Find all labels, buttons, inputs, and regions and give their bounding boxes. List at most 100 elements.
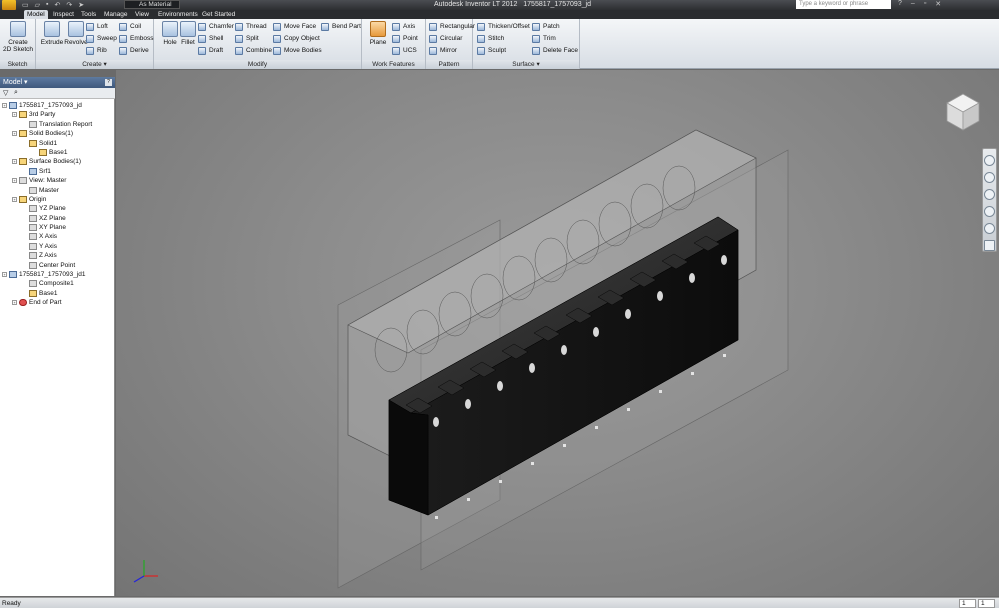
bend-part-button[interactable]: Bend Part (321, 22, 361, 32)
emboss-button[interactable]: Emboss (119, 34, 153, 44)
browser-help-button[interactable]: ? (105, 79, 112, 86)
undo-icon[interactable]: ↶ (55, 1, 61, 9)
derive-label: Derive (130, 47, 149, 54)
tree-node[interactable]: X Axis (0, 232, 115, 241)
draft-button[interactable]: Draft (198, 46, 223, 56)
tree-node[interactable]: XY Plane (0, 223, 115, 232)
tab-manage[interactable]: Manage (101, 10, 131, 19)
ucs-button[interactable]: UCS (392, 46, 417, 56)
tree-node[interactable]: Translation Report (0, 120, 115, 129)
help-icon[interactable]: ? (898, 0, 902, 8)
select-icon[interactable]: ➤ (78, 1, 84, 9)
tree-node[interactable]: + End of Part (0, 298, 115, 307)
open-icon[interactable]: ▱ (35, 1, 40, 9)
tree-node[interactable]: + View: Master (0, 176, 115, 185)
rib-button[interactable]: Rib (86, 46, 107, 56)
tree-node[interactable]: + Origin (0, 195, 115, 204)
browser-header[interactable]: Model ▾? (0, 77, 115, 88)
tree-node[interactable]: Center Point (0, 261, 115, 270)
tree-node-label: X Axis (39, 233, 58, 241)
tree-node-label: Translation Report (39, 120, 93, 128)
tab-model[interactable]: Model (24, 10, 48, 19)
expand-icon[interactable]: + (2, 103, 7, 108)
expand-icon[interactable]: + (12, 300, 17, 306)
tree-node[interactable]: YZ Plane (0, 204, 115, 213)
tree-node[interactable]: Z Axis (0, 251, 115, 260)
sculpt-button[interactable]: Sculpt (477, 46, 506, 56)
tree-node[interactable]: +1755817_1757093_jd1 (0, 270, 115, 279)
tree-node[interactable]: XZ Plane (0, 214, 115, 223)
circular-pattern-button[interactable]: Circular (429, 34, 462, 44)
tree-node[interactable]: + Surface Bodies(1) (0, 157, 115, 166)
tab-tools[interactable]: Tools (78, 10, 99, 19)
tree-node[interactable]: Composite1 (0, 279, 115, 288)
tree-node[interactable]: Base1 (0, 148, 115, 157)
new-icon[interactable]: ▭ (22, 1, 29, 9)
mirror-button[interactable]: Mirror (429, 46, 457, 56)
viewcube-icon[interactable] (945, 92, 981, 132)
tree-node[interactable]: +1755817_1757093_jd (0, 101, 115, 110)
save-icon[interactable]: ▪ (46, 1, 48, 9)
chamfer-button[interactable]: Chamfer (198, 22, 234, 32)
graphics-window[interactable] (116, 70, 999, 596)
expand-icon[interactable]: + (12, 112, 17, 118)
viewcube[interactable] (945, 92, 981, 132)
restore-icon[interactable]: ▫ (924, 0, 926, 8)
orbit-icon[interactable] (984, 206, 995, 217)
redo-icon[interactable]: ↷ (66, 1, 72, 9)
derive-button[interactable]: Derive (119, 46, 149, 56)
tree-node[interactable]: Solid1 (0, 139, 115, 148)
tree-node[interactable]: Y Axis (0, 242, 115, 251)
look-at-icon[interactable] (984, 223, 995, 234)
material-dropdown[interactable]: As Material (124, 0, 180, 9)
pan-icon[interactable] (984, 172, 995, 183)
plane-button[interactable]: Plane (364, 21, 392, 46)
loft-button[interactable]: Loft (86, 22, 108, 32)
expand-icon[interactable]: + (12, 196, 17, 202)
tree-node[interactable]: Srf1 (0, 167, 115, 176)
close-icon[interactable]: ✕ (935, 0, 941, 8)
tree-node[interactable]: + Solid Bodies(1) (0, 129, 115, 138)
trim-button[interactable]: Trim (532, 34, 556, 44)
stitch-button[interactable]: Stitch (477, 34, 504, 44)
zoom-icon[interactable] (984, 189, 995, 200)
combine-button[interactable]: Combine (235, 46, 272, 56)
help-search-input[interactable]: Type a keyword or phrase (796, 0, 891, 9)
point-button[interactable]: Point (392, 34, 418, 44)
thicken-offset-button[interactable]: Thicken/Offset (477, 22, 530, 32)
create-2d-sketch-button[interactable]: Create 2D Sketch (3, 21, 33, 53)
minimize-icon[interactable]: – (911, 0, 915, 8)
create-panel-title[interactable]: Create ▾ (36, 60, 153, 69)
move-bodies-button[interactable]: Move Bodies (273, 46, 322, 56)
split-button[interactable]: Split (235, 34, 259, 44)
navbar-customize-icon[interactable] (984, 240, 995, 251)
steering-wheel-icon[interactable] (984, 155, 995, 166)
sweep-button[interactable]: Sweep (86, 34, 117, 44)
expand-icon[interactable]: + (12, 159, 17, 165)
surface-panel-title[interactable]: Surface ▾ (473, 60, 579, 69)
filter-icon[interactable]: ▽ (3, 89, 8, 97)
find-icon[interactable]: ⌕ (14, 89, 18, 97)
rectangular-pattern-button[interactable]: Rectangular (429, 22, 475, 32)
tab-inspect[interactable]: Inspect (50, 10, 77, 19)
axis-button[interactable]: Axis (392, 22, 415, 32)
tree-node[interactable]: Master (0, 186, 115, 195)
tab-view[interactable]: View (132, 10, 152, 19)
patch-button[interactable]: Patch (532, 22, 560, 32)
delete-face-button[interactable]: Delete Face (532, 46, 578, 56)
expand-icon[interactable]: + (12, 131, 17, 137)
copy-object-button[interactable]: Copy Object (273, 34, 320, 44)
expand-icon[interactable]: + (2, 272, 7, 278)
patch-icon (532, 23, 540, 31)
coil-button[interactable]: Coil (119, 22, 141, 32)
shell-button[interactable]: Shell (198, 34, 223, 44)
expand-icon[interactable]: + (12, 178, 17, 184)
model-view[interactable] (116, 70, 999, 596)
application-menu-icon[interactable] (2, 0, 16, 10)
tree-node[interactable]: +3rd Party (0, 110, 115, 119)
tab-environments[interactable]: Environments (155, 10, 201, 19)
tab-get-started[interactable]: Get Started (199, 10, 238, 19)
tree-node[interactable]: Base1 (0, 289, 115, 298)
move-face-button[interactable]: Move Face (273, 22, 316, 32)
thread-button[interactable]: Thread (235, 22, 267, 32)
